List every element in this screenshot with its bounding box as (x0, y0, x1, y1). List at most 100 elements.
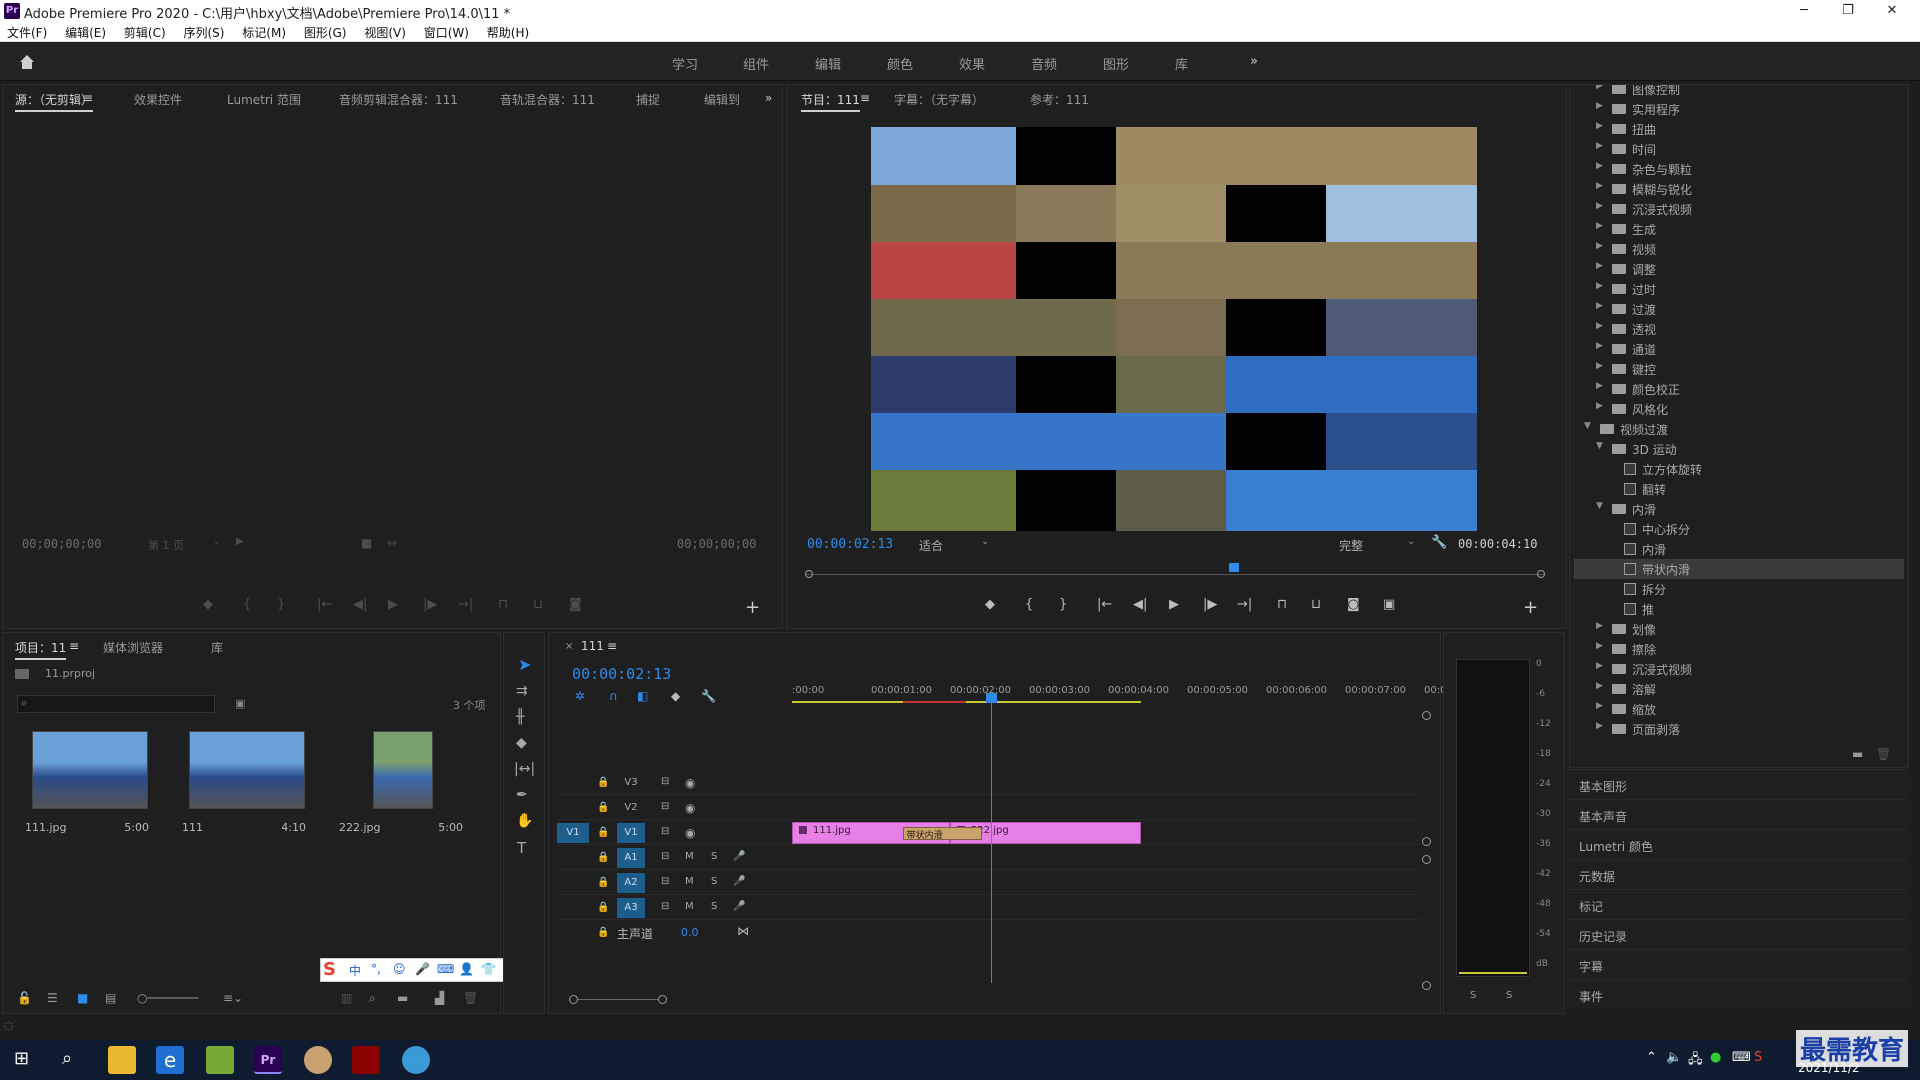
chevron-right-icon[interactable]: ▶ (1596, 341, 1603, 351)
master-volume[interactable]: 0.0 (681, 926, 699, 939)
chevron-right-icon[interactable]: ▶ (1596, 121, 1603, 131)
horizontal-zoom-scrollbar[interactable] (569, 995, 669, 1004)
effects-tree-item[interactable]: ▼ 内滑 (1574, 499, 1904, 519)
ime-item[interactable]: 👕 (481, 962, 496, 976)
eye-icon[interactable]: ◉ (685, 801, 695, 815)
play-triangle-icon[interactable]: ▶ (236, 536, 244, 547)
ime-item[interactable]: °, (371, 962, 381, 976)
chevron-right-icon[interactable]: ▶ (1596, 201, 1603, 211)
program-mark-in-icon[interactable]: { (1025, 597, 1033, 612)
snap-magnet-icon[interactable]: ∩ (609, 689, 618, 703)
effects-tree-item[interactable]: ▶ 生成 (1574, 219, 1904, 239)
tab-effect-controls[interactable]: 效果控件 (134, 91, 182, 108)
chevron-right-icon[interactable]: ▶ (1596, 721, 1603, 731)
tray-up-icon[interactable]: ⌃ (1646, 1050, 1657, 1065)
tab-audio-clip-mixer[interactable]: 音频剪辑混合器：111 (339, 91, 458, 108)
wrench-icon[interactable]: 🔧 (1431, 535, 1447, 550)
effects-tree-item[interactable]: ▶ 通道 (1574, 339, 1904, 359)
new-bin-icon[interactable]: ▬ (397, 991, 408, 1005)
delete-trash-icon[interactable]: 🗑 (1876, 747, 1891, 761)
mark-out-icon[interactable]: } (277, 597, 285, 612)
effects-tree-item[interactable]: ▶ 溶解 (1574, 679, 1904, 699)
effects-tree-item[interactable]: ▶ 模糊与锐化 (1574, 179, 1904, 199)
program-go-to-in-icon[interactable]: |← (1097, 597, 1112, 612)
maximize-button[interactable]: ❐ (1826, 0, 1870, 22)
effects-tree-item[interactable]: ▶ 图像控制 (1574, 85, 1904, 99)
microphone-icon[interactable]: 🎤 (733, 901, 745, 912)
ime-item[interactable]: 中 (349, 962, 361, 979)
chevron-right-icon[interactable]: ▶ (1596, 161, 1603, 171)
chevron-right-icon[interactable]: ▶ (1596, 141, 1603, 151)
effects-tree-item[interactable]: 内滑 (1574, 539, 1904, 559)
mute-button[interactable]: M (685, 876, 694, 887)
workspace-assembly[interactable]: 组件 (743, 54, 769, 73)
program-play-icon[interactable]: ▶ (1169, 597, 1179, 612)
effects-tree-item[interactable]: 带状内滑 (1574, 559, 1904, 579)
effects-tree-item[interactable]: ▶ 沉浸式视频 (1574, 199, 1904, 219)
tab-audio-track-mixer[interactable]: 音轨混合器：111 (500, 91, 595, 108)
workspace-audio[interactable]: 音频 (1031, 54, 1057, 73)
audio-track-target[interactable]: A3 (617, 898, 645, 918)
program-marker-icon[interactable]: ◆ (985, 597, 995, 612)
effects-tree-item[interactable]: ▼ 视频过渡 (1574, 419, 1904, 439)
program-go-to-out-icon[interactable]: →| (1237, 597, 1252, 612)
track-target[interactable]: V3 (617, 773, 645, 793)
workspace-more-icon[interactable]: » (1250, 54, 1258, 69)
pen-tool-icon[interactable]: ✒ (516, 787, 528, 803)
taskbar-search-icon[interactable]: ⌕ (62, 1048, 72, 1069)
ime-item[interactable]: ⌨ (437, 962, 454, 976)
tab-edit-to[interactable]: 编辑到 (704, 91, 740, 108)
track-target[interactable]: V2 (617, 798, 645, 818)
project-item[interactable]: 222.jpg 5:00 (329, 731, 479, 841)
quality-select[interactable]: 完整 (1339, 537, 1363, 554)
program-mark-out-icon[interactable]: } (1059, 597, 1067, 612)
workspace-color[interactable]: 颜色 (887, 54, 913, 73)
effects-tree-item[interactable]: ▶ 页面剥落 (1574, 719, 1904, 739)
sync-lock-icon[interactable]: ⊟ (661, 826, 669, 837)
ime-item[interactable]: 🎤 (415, 962, 430, 976)
go-to-in-icon[interactable]: |← (317, 597, 332, 612)
slip-tool-icon[interactable]: |↔| (514, 761, 535, 777)
right-panel-2[interactable]: Lumetri 颜色 (1567, 829, 1907, 859)
menu-marker[interactable]: 标记(M) (235, 22, 293, 41)
lift-icon[interactable]: ⊓ (1277, 597, 1287, 612)
program-playhead[interactable] (1229, 563, 1240, 572)
fit-arrows-icon[interactable]: ↔ (387, 536, 397, 550)
store-icon[interactable] (206, 1046, 234, 1074)
add-marker-icon[interactable]: ◆ (671, 689, 680, 703)
tab-reference[interactable]: 参考：111 (1030, 91, 1089, 108)
lock-track-icon[interactable]: 🔒 (597, 777, 609, 788)
volume-icon[interactable]: 🔈 (1666, 1050, 1682, 1065)
windows-start-icon[interactable]: ⊞ (14, 1048, 29, 1069)
effects-tree-item[interactable]: 中心拆分 (1574, 519, 1904, 539)
program-step-forward-icon[interactable]: |▶ (1203, 597, 1217, 612)
effects-tree-item[interactable]: ▶ 缩放 (1574, 699, 1904, 719)
microphone-icon[interactable]: 🎤 (733, 876, 745, 887)
ripple-edit-tool-icon[interactable]: ╫ (516, 709, 524, 725)
type-tool-icon[interactable]: T (517, 839, 526, 857)
chevron-right-icon[interactable]: ▶ (1596, 401, 1603, 411)
menu-window[interactable]: 窗口(W) (417, 22, 476, 41)
chevron-right-icon[interactable]: ▶ (1596, 661, 1603, 671)
chevron-right-icon[interactable]: ▶ (1596, 241, 1603, 251)
lock-track-icon[interactable]: 🔒 (597, 827, 609, 838)
workspace-graphics[interactable]: 图形 (1103, 54, 1129, 73)
ime-item[interactable]: 👤 (459, 962, 474, 976)
lock-track-icon[interactable]: 🔒 (597, 852, 609, 863)
network-icon[interactable]: 🖧 (1688, 1050, 1703, 1072)
project-item[interactable]: 111.jpg 5:00 (15, 731, 165, 841)
lock-icon[interactable]: 🔓 (17, 991, 32, 1005)
playhead-handle[interactable] (986, 693, 998, 703)
timeline-ruler[interactable]: :00:00 00:00:01:00 00:00:02:00 00:00:03:00 0… (792, 675, 1450, 705)
audio-track-target[interactable]: A1 (617, 848, 645, 868)
nest-icon[interactable]: ✲ (575, 689, 585, 703)
mute-button[interactable]: M (685, 851, 694, 862)
right-panel-3[interactable]: 元数据 (1567, 859, 1907, 889)
workspace-effects[interactable]: 效果 (959, 54, 985, 73)
chevron-right-icon[interactable]: ▶ (1596, 701, 1603, 711)
effects-tree-item[interactable]: 拆分 (1574, 579, 1904, 599)
comparison-view-icon[interactable]: ▣ (1383, 597, 1395, 612)
effects-tree-item[interactable]: ▶ 颜色校正 (1574, 379, 1904, 399)
sync-lock-icon[interactable]: ⊟ (661, 776, 669, 787)
chevron-right-icon[interactable]: ▶ (1596, 261, 1603, 271)
